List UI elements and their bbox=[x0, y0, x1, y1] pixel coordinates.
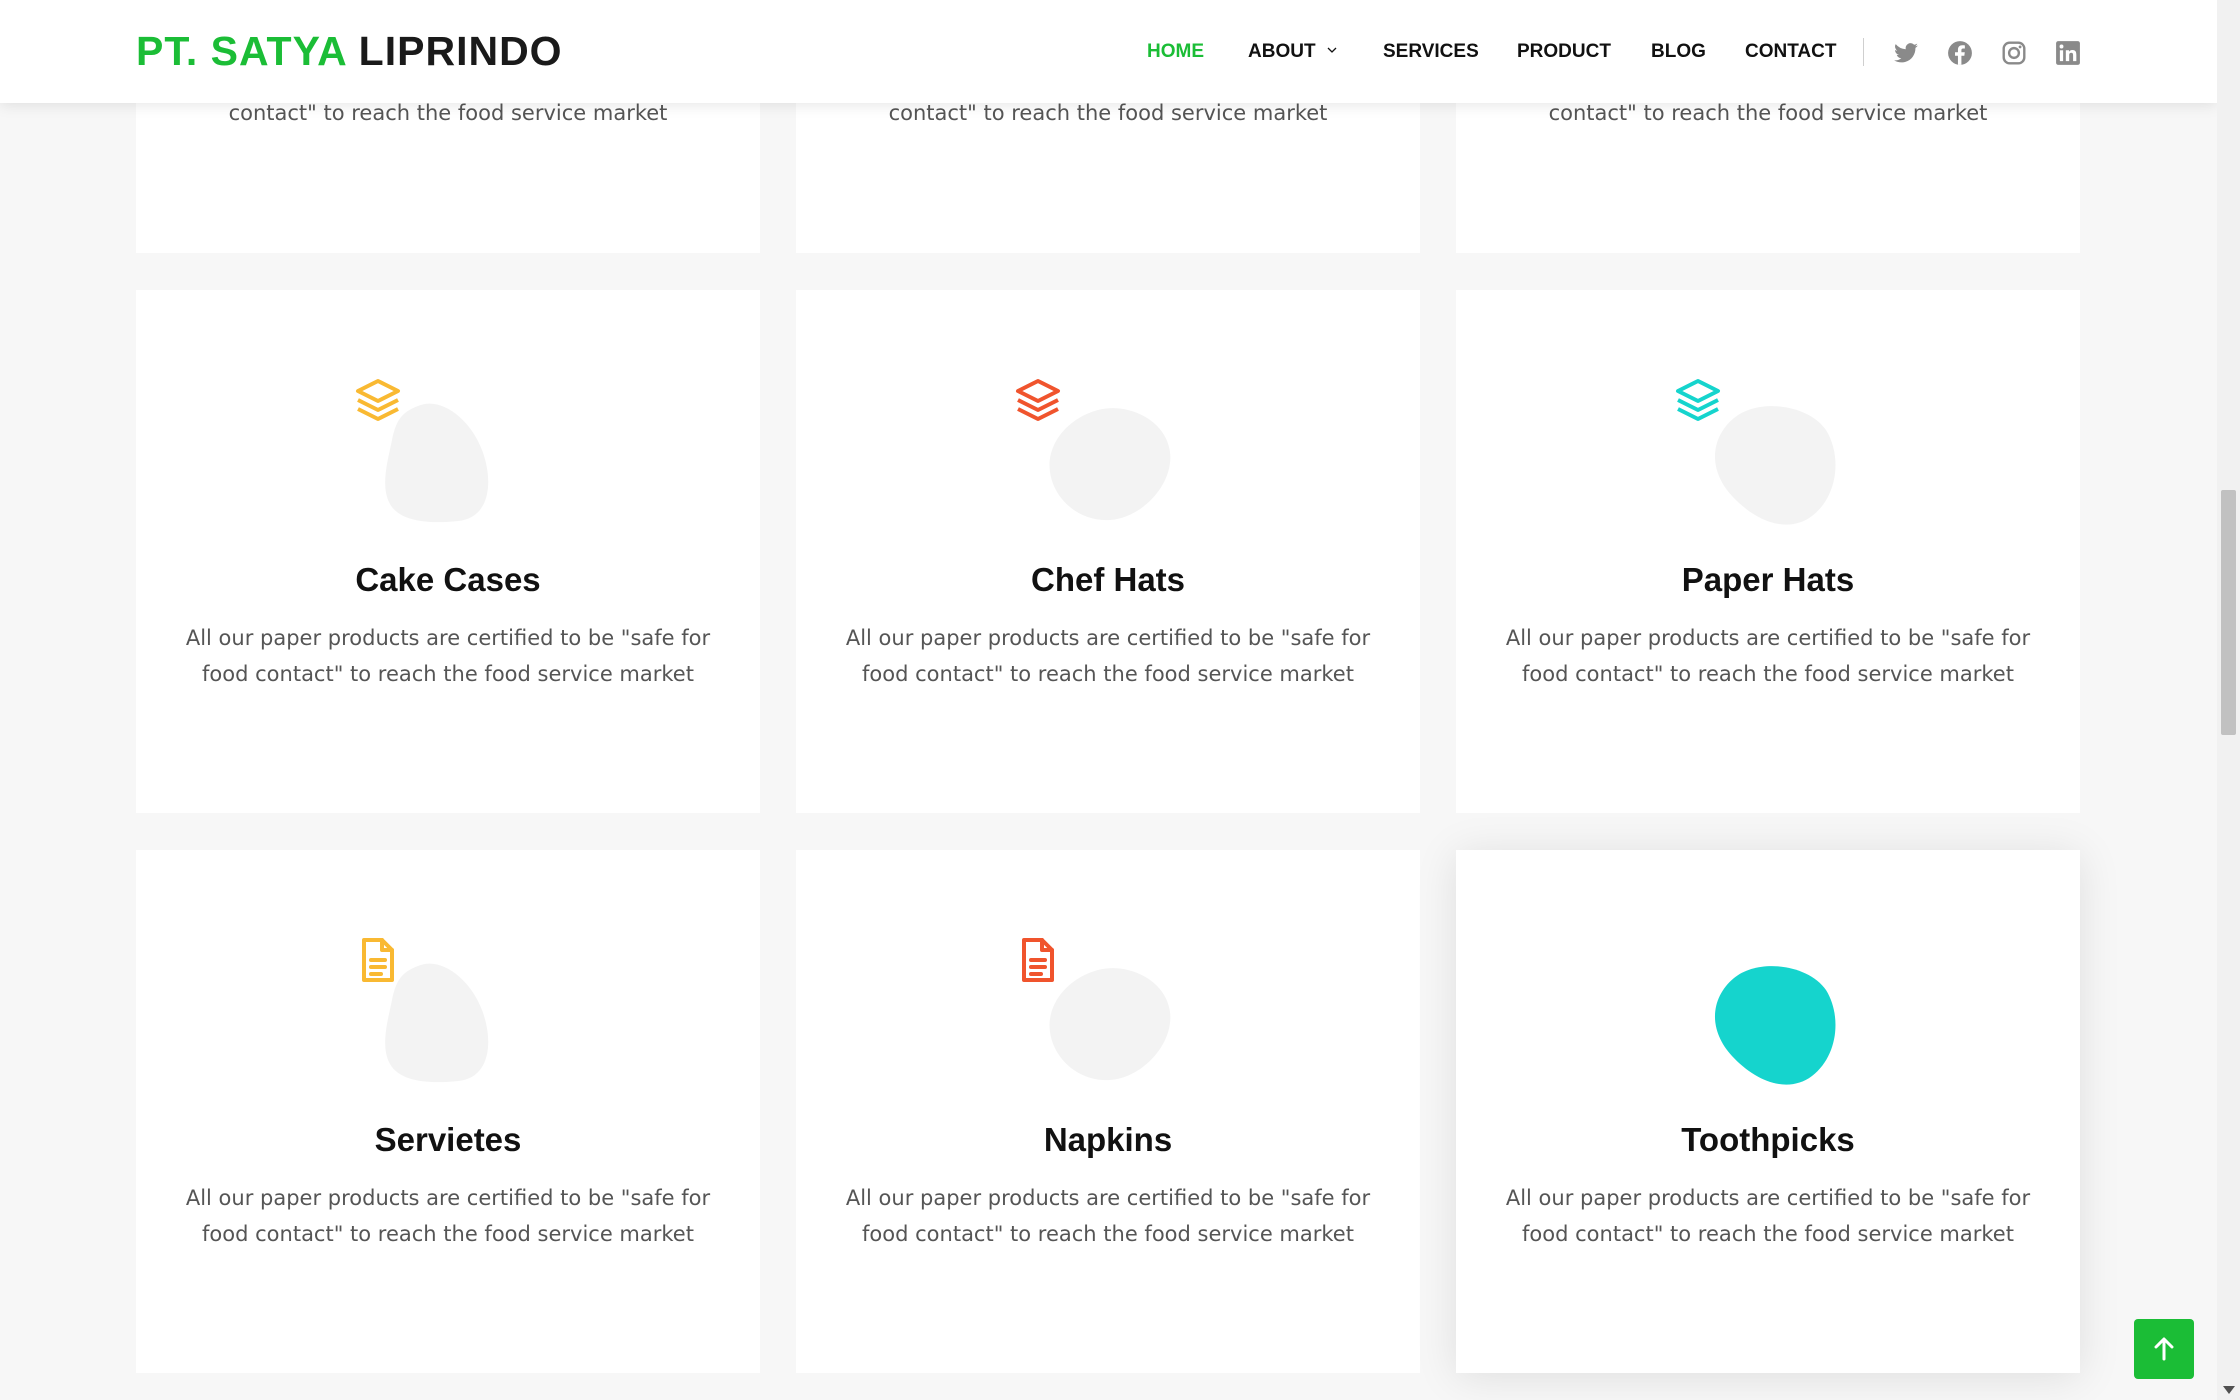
instagram-icon[interactable] bbox=[2001, 40, 2027, 66]
card-title: Napkins bbox=[1043, 1121, 1173, 1158]
icon-blob bbox=[1682, 938, 1838, 1090]
nav-services[interactable]: SERVICES bbox=[1383, 40, 1479, 64]
site-header: PT. SATYA LIPRINDO HOME ABOUT SERVICES P… bbox=[0, 0, 2217, 103]
card-toothpicks[interactable]: Toothpicks All our paper products are ce… bbox=[1456, 850, 2080, 1373]
scrollbar-thumb[interactable] bbox=[2221, 490, 2236, 735]
page-scrollbar[interactable] bbox=[2217, 0, 2240, 1400]
document-icon bbox=[1022, 938, 1054, 982]
card-title: Servietes bbox=[374, 1121, 522, 1158]
logo-part-2: LIPRINDO bbox=[358, 28, 563, 74]
nav-about-label: ABOUT bbox=[1248, 41, 1316, 62]
chevron-down-icon bbox=[1327, 47, 1337, 53]
layers-icon bbox=[1676, 379, 1720, 421]
card-cake-cases[interactable]: Cake Cases All our paper products are ce… bbox=[136, 290, 760, 813]
card-description: All our paper products are certified to … bbox=[1505, 1186, 2031, 1246]
nav-about[interactable]: ABOUT bbox=[1248, 40, 1337, 64]
back-to-top-button[interactable] bbox=[2134, 1319, 2194, 1379]
arrow-up-icon bbox=[2154, 1337, 2174, 1361]
page: contact" to reach the food service marke… bbox=[0, 0, 2217, 1400]
nav-home[interactable]: HOME bbox=[1147, 40, 1204, 64]
card-description: All our paper products are certified to … bbox=[845, 626, 1371, 686]
document-icon bbox=[362, 938, 394, 982]
icon-blob bbox=[1016, 379, 1178, 530]
document-icon bbox=[1682, 938, 1714, 982]
logo-part-1: PT. SATYA bbox=[136, 28, 347, 74]
card-title: Toothpicks bbox=[1681, 1121, 1855, 1158]
card-description: All our paper products are certified to … bbox=[845, 1186, 1371, 1246]
icon-blob bbox=[356, 379, 518, 530]
nav-contact[interactable]: CONTACT bbox=[1745, 40, 1836, 64]
card-description: All our paper products are certified to … bbox=[185, 1186, 711, 1246]
layers-icon bbox=[356, 379, 400, 421]
scroll-down-arrow-icon[interactable] bbox=[2223, 1386, 2235, 1394]
card-title: Cake Cases bbox=[355, 561, 541, 598]
twitter-icon[interactable] bbox=[1893, 40, 1919, 66]
card-chef-hats[interactable]: Chef Hats All our paper products are cer… bbox=[796, 290, 1420, 813]
card-description: All our paper products are certified to … bbox=[1505, 626, 2031, 686]
icon-blob bbox=[1022, 938, 1178, 1090]
card-servietes[interactable]: Servietes All our paper products are cer… bbox=[136, 850, 760, 1373]
card-title: Paper Hats bbox=[1681, 561, 1855, 598]
layers-icon bbox=[1016, 379, 1060, 421]
icon-blob bbox=[1676, 379, 1838, 530]
facebook-icon[interactable] bbox=[1947, 40, 1973, 66]
nav-product[interactable]: PRODUCT bbox=[1517, 40, 1611, 64]
card-napkins[interactable]: Napkins All our paper products are certi… bbox=[796, 850, 1420, 1373]
card-paper-hats[interactable]: Paper Hats All our paper products are ce… bbox=[1456, 290, 2080, 813]
site-logo[interactable]: PT. SATYA LIPRINDO bbox=[136, 26, 563, 76]
icon-blob bbox=[362, 938, 518, 1090]
card-description: All our paper products are certified to … bbox=[185, 626, 711, 686]
nav-divider bbox=[1863, 38, 1864, 66]
linkedin-icon[interactable] bbox=[2055, 40, 2081, 66]
card-title: Chef Hats bbox=[1030, 561, 1186, 598]
nav-blog[interactable]: BLOG bbox=[1651, 40, 1706, 64]
